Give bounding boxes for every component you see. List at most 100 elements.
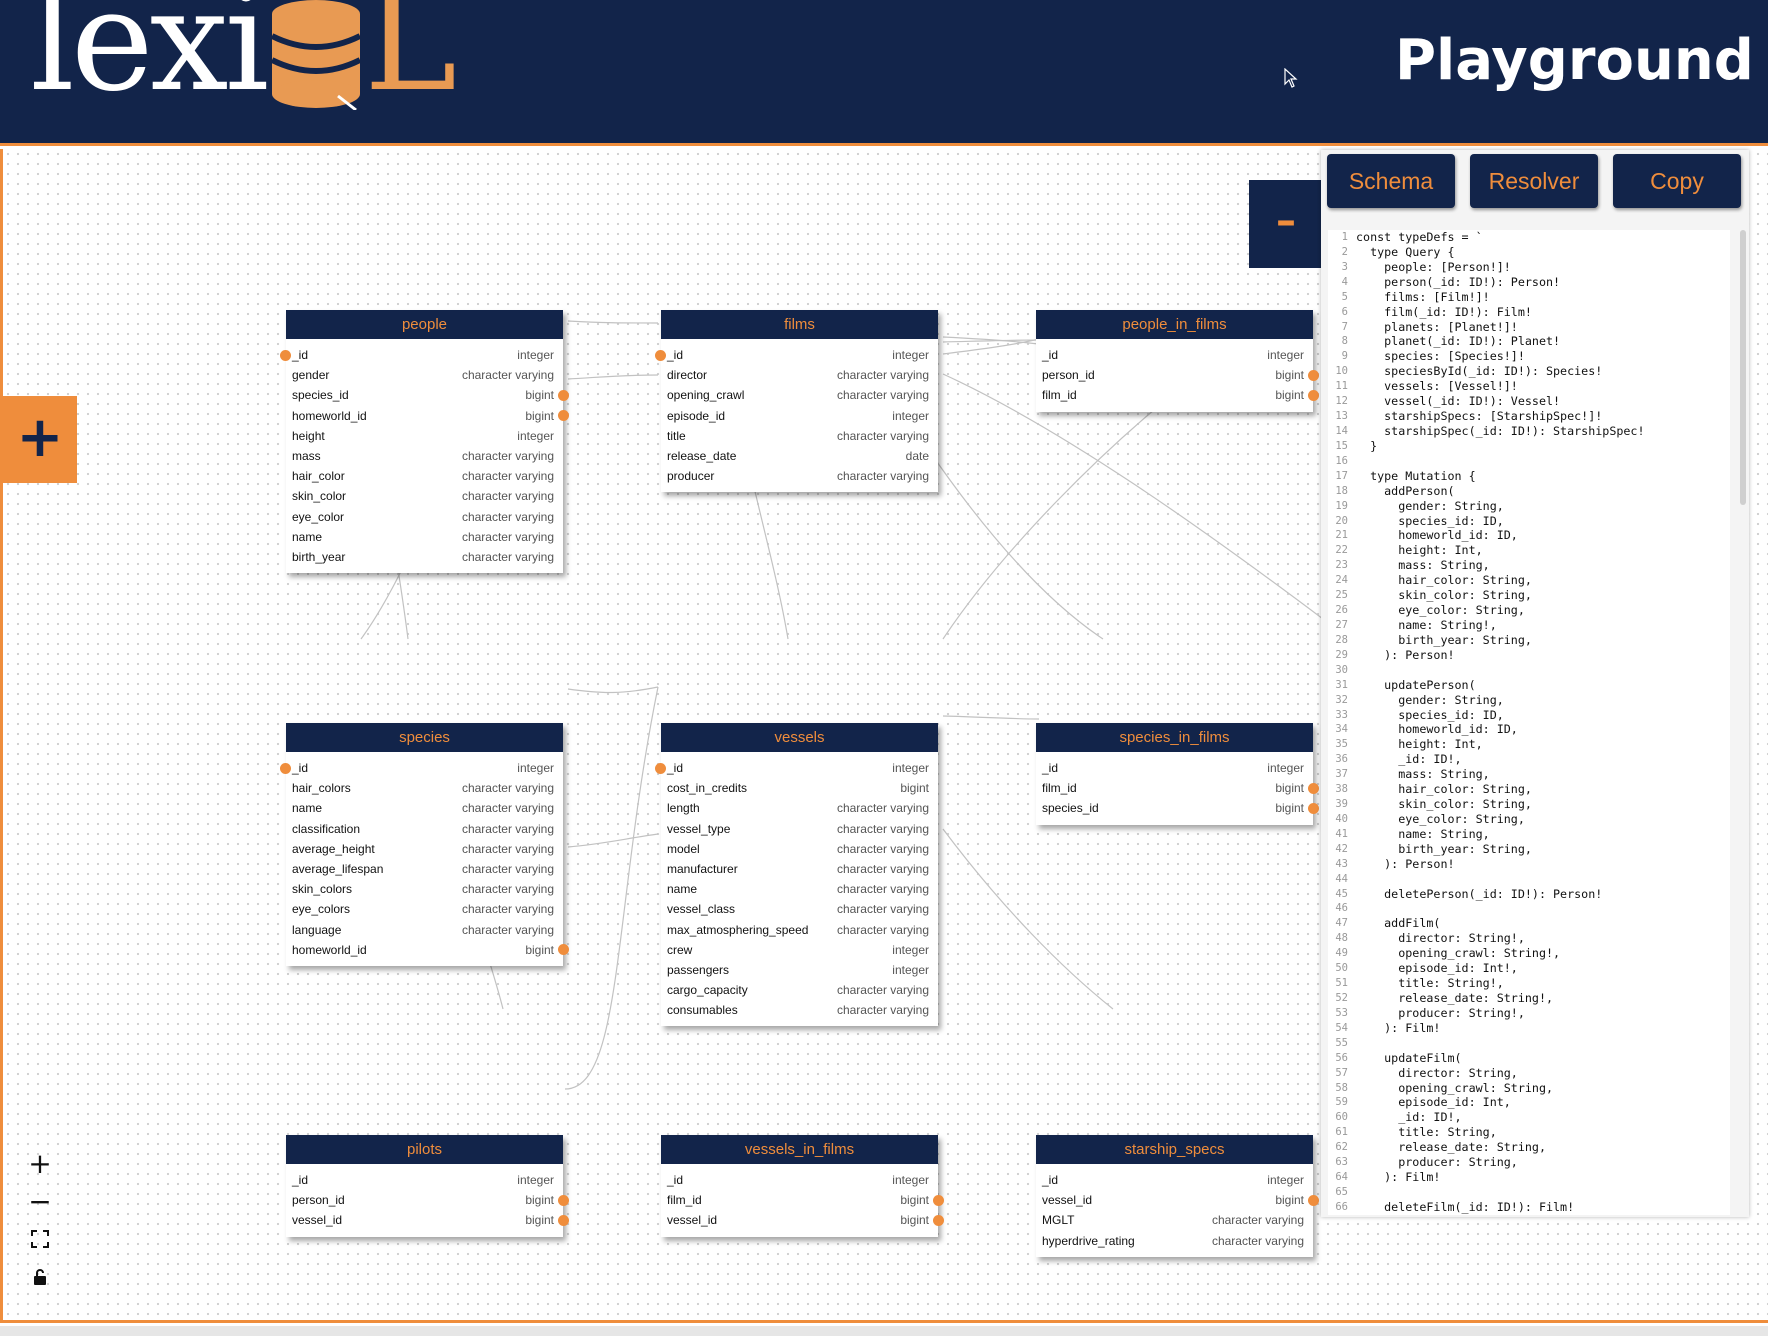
code-text: director: String, — [1356, 1065, 1518, 1080]
edge — [567, 686, 659, 694]
column-type: character varying — [836, 428, 929, 443]
column-name: _id — [1042, 761, 1059, 775]
table-title[interactable]: starship_specs — [1036, 1135, 1313, 1164]
code-text: planets: [Planet!]! — [1356, 319, 1518, 334]
table-row: episode_id integer — [661, 406, 938, 426]
connection-handle[interactable] — [1308, 802, 1319, 814]
code-text: type Query { — [1356, 244, 1455, 259]
connection-handle[interactable] — [933, 1194, 944, 1206]
connection-handle[interactable] — [655, 349, 666, 361]
table-species[interactable]: species _id integer hair_colors character va… — [280, 723, 569, 966]
table-species-in-films[interactable]: species_in_films _id integer film_id bigint s… — [1036, 723, 1319, 825]
connection-handle[interactable] — [280, 762, 291, 774]
table-title[interactable]: pilots — [286, 1135, 563, 1164]
code-line: 64 ): Film! — [1328, 1170, 1730, 1185]
code-line: 45 deletePerson(_id: ID!): Person! — [1328, 887, 1730, 902]
code-line: 30 — [1328, 663, 1730, 678]
connection-handle[interactable] — [933, 1214, 944, 1226]
code-line: 62 release_date: String, — [1328, 1140, 1730, 1155]
code-line: 13 starshipSpecs: [StarshipSpec!]! — [1328, 409, 1730, 424]
line-number: 29 — [1335, 648, 1348, 661]
column-type: character varying — [836, 861, 929, 876]
connection-handle[interactable] — [1308, 389, 1319, 401]
line-number: 64 — [1335, 1171, 1348, 1184]
collapse-panel-button[interactable]: – — [1249, 180, 1323, 268]
table-row: gender character varying — [286, 365, 563, 385]
table-title[interactable]: vessels_in_films — [661, 1135, 938, 1164]
column-name: vessel_type — [667, 821, 731, 836]
connection-handle[interactable] — [280, 349, 291, 361]
code-editor[interactable]: 1 const typeDefs = ` 2 type Query {3 peopl… — [1328, 230, 1730, 1215]
column-name: name — [667, 882, 698, 897]
tab-resolver[interactable]: Resolver — [1470, 154, 1598, 208]
code-text: vessel(_id: ID!): Vessel! — [1356, 394, 1561, 409]
zoom-out-button[interactable]: − — [21, 1182, 59, 1220]
line-number: 16 — [1335, 454, 1348, 467]
column-name: homeworld_id — [292, 408, 367, 423]
line-number: 37 — [1335, 768, 1348, 781]
connection-handle[interactable] — [558, 389, 569, 401]
table-title[interactable]: films — [661, 310, 938, 339]
code-text: release_date: String!, — [1356, 991, 1554, 1006]
connection-handle[interactable] — [655, 762, 666, 774]
table-pilots[interactable]: pilots _id integer person_id bigint vessel_id… — [286, 1135, 569, 1237]
logo-wordmark: lexi — [30, 0, 269, 123]
column-name: skin_color — [292, 489, 347, 504]
column-name: _id — [667, 1173, 684, 1187]
table-vessels[interactable]: vessels _id integer cost_in_credits bigint le… — [655, 723, 938, 1027]
table-title[interactable]: species_in_films — [1036, 723, 1313, 752]
code-text: release_date: String, — [1356, 1140, 1546, 1155]
connection-handle[interactable] — [1308, 369, 1319, 381]
line-number: 55 — [1335, 1036, 1348, 1049]
column-type: character varying — [836, 841, 929, 856]
connection-handle[interactable] — [558, 1214, 569, 1226]
column-type: bigint — [525, 388, 554, 403]
connection-handle[interactable] — [558, 1194, 569, 1206]
table-people[interactable]: people _id integer gender character varying s… — [280, 310, 569, 574]
column-name: _id — [292, 1173, 309, 1187]
table-title[interactable]: vessels — [661, 723, 938, 752]
line-number: 19 — [1335, 499, 1348, 512]
copy-button[interactable]: Copy — [1613, 154, 1741, 208]
code-text: height: Int, — [1356, 543, 1483, 558]
column-type: character varying — [461, 489, 554, 504]
connection-handle[interactable] — [1308, 782, 1319, 794]
line-number: 10 — [1335, 365, 1348, 378]
code-scrollbar[interactable] — [1740, 230, 1746, 505]
code-text: starshipSpec(_id: ID!): StarshipSpec! — [1356, 423, 1645, 438]
connection-handle[interactable] — [1308, 1194, 1319, 1206]
table-row: name character varying — [286, 798, 563, 818]
table-films[interactable]: films _id integer director character varying… — [655, 310, 938, 493]
table-vessels-in-films[interactable]: vessels_in_films _id integer film_id bigint v… — [661, 1135, 944, 1237]
code-text: vessels: [Vessel!]! — [1356, 379, 1518, 394]
column-type: bigint — [900, 1193, 929, 1208]
code-line: 43 ): Person! — [1328, 857, 1730, 872]
table-title[interactable]: people — [286, 310, 563, 339]
add-table-button[interactable]: + — [3, 396, 77, 483]
code-line: 52 release_date: String!, — [1328, 991, 1730, 1006]
code-line: 65 — [1328, 1185, 1730, 1200]
lock-button[interactable] — [21, 1258, 59, 1296]
line-number: 56 — [1335, 1051, 1348, 1064]
table-row: vessel_class character varying — [661, 899, 938, 919]
table-starship-specs[interactable]: starship_specs _id integer vessel_id bigint M… — [1036, 1135, 1319, 1257]
code-line: 16 — [1328, 454, 1730, 469]
code-line: 51 title: String!, — [1328, 976, 1730, 991]
app-header: lexi L Playground — [0, 0, 1768, 146]
code-text: species_id: ID, — [1356, 707, 1504, 722]
table-row: eye_color character varying — [286, 507, 563, 527]
tab-schema[interactable]: Schema — [1327, 154, 1455, 208]
table-row: _id integer — [655, 758, 938, 778]
table-title[interactable]: people_in_films — [1036, 310, 1313, 339]
table-row: name character varying — [661, 879, 938, 899]
column-type: character varying — [836, 902, 929, 917]
table-people-in-films[interactable]: people_in_films _id integer person_id bigint… — [1036, 310, 1319, 412]
code-text: ): Film! — [1356, 1020, 1441, 1035]
line-number: 27 — [1335, 618, 1348, 631]
column-type: character varying — [461, 861, 554, 876]
table-row: model character varying — [661, 839, 938, 859]
column-name: producer — [667, 469, 715, 484]
fit-view-button[interactable] — [21, 1220, 59, 1258]
zoom-in-button[interactable]: + — [21, 1144, 59, 1182]
table-title[interactable]: species — [286, 723, 563, 752]
